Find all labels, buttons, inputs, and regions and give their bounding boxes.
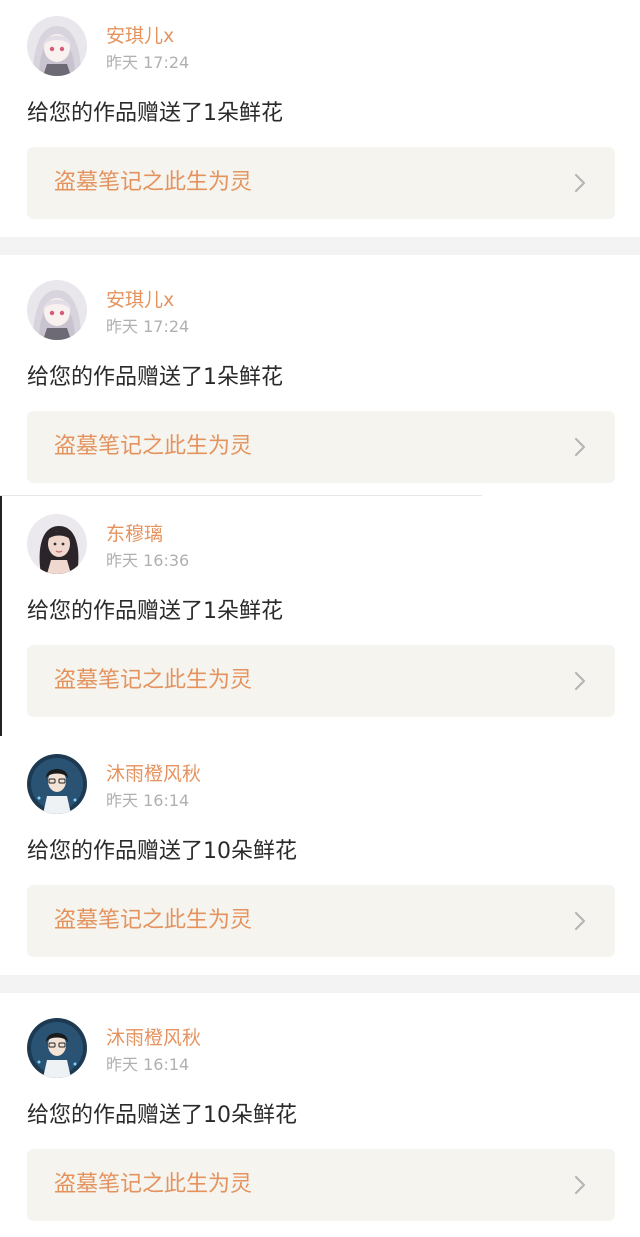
work-title: 盗墓笔记之此生为灵 (54, 170, 253, 195)
username[interactable]: 东穆璃 (106, 522, 163, 546)
notification-item: 安琪儿x 昨天 17:24 给您的作品赠送了1朵鲜花 盗墓笔记之此生为灵 (0, 16, 640, 226)
chevron-right-icon (573, 671, 587, 691)
work-link-card[interactable]: 盗墓笔记之此生为灵 (27, 1149, 615, 1221)
section-separator (0, 975, 640, 993)
woman-portrait-avatar-icon[interactable] (27, 514, 87, 574)
timestamp: 昨天 17:24 (106, 53, 190, 72)
gift-message: 给您的作品赠送了10朵鲜花 (27, 1103, 297, 1128)
chevron-right-icon (573, 911, 587, 931)
work-title: 盗墓笔记之此生为灵 (54, 1172, 253, 1197)
anime-girl-avatar-icon[interactable] (27, 280, 87, 340)
notification-item: 沐雨橙风秋 昨天 16:14 给您的作品赠送了10朵鲜花 盗墓笔记之此生为灵 (0, 1018, 640, 1228)
timestamp: 昨天 17:24 (106, 317, 190, 336)
timestamp: 昨天 16:14 (106, 791, 190, 810)
gift-message: 给您的作品赠送了10朵鲜花 (27, 839, 297, 864)
timestamp: 昨天 16:36 (106, 551, 190, 570)
notification-item: 东穆璃 昨天 16:36 给您的作品赠送了1朵鲜花 盗墓笔记之此生为灵 (0, 514, 640, 724)
work-title: 盗墓笔记之此生为灵 (54, 668, 253, 693)
username[interactable]: 安琪儿x (106, 288, 174, 312)
section-separator (0, 237, 640, 255)
timestamp: 昨天 16:14 (106, 1055, 190, 1074)
work-title: 盗墓笔记之此生为灵 (54, 434, 253, 459)
anime-boy-avatar-icon[interactable] (27, 1018, 87, 1078)
username[interactable]: 安琪儿x (106, 24, 174, 48)
chevron-right-icon (573, 437, 587, 457)
section-divider (0, 495, 482, 496)
work-link-card[interactable]: 盗墓笔记之此生为灵 (27, 411, 615, 483)
username[interactable]: 沐雨橙风秋 (106, 1026, 201, 1050)
notification-item: 沐雨橙风秋 昨天 16:14 给您的作品赠送了10朵鲜花 盗墓笔记之此生为灵 (0, 754, 640, 964)
gift-message: 给您的作品赠送了1朵鲜花 (27, 365, 283, 390)
flower-gift-notification-list: 安琪儿x 昨天 17:24 给您的作品赠送了1朵鲜花 盗墓笔记之此生为灵 安琪儿… (0, 0, 640, 1237)
chevron-right-icon (573, 173, 587, 193)
gift-message: 给您的作品赠送了1朵鲜花 (27, 101, 283, 126)
work-link-card[interactable]: 盗墓笔记之此生为灵 (27, 885, 615, 957)
anime-girl-avatar-icon[interactable] (27, 16, 87, 76)
work-link-card[interactable]: 盗墓笔记之此生为灵 (27, 147, 615, 219)
work-title: 盗墓笔记之此生为灵 (54, 908, 253, 933)
username[interactable]: 沐雨橙风秋 (106, 762, 201, 786)
notification-item: 安琪儿x 昨天 17:24 给您的作品赠送了1朵鲜花 盗墓笔记之此生为灵 (0, 280, 640, 490)
anime-boy-avatar-icon[interactable] (27, 754, 87, 814)
chevron-right-icon (573, 1175, 587, 1195)
gift-message: 给您的作品赠送了1朵鲜花 (27, 599, 283, 624)
work-link-card[interactable]: 盗墓笔记之此生为灵 (27, 645, 615, 717)
